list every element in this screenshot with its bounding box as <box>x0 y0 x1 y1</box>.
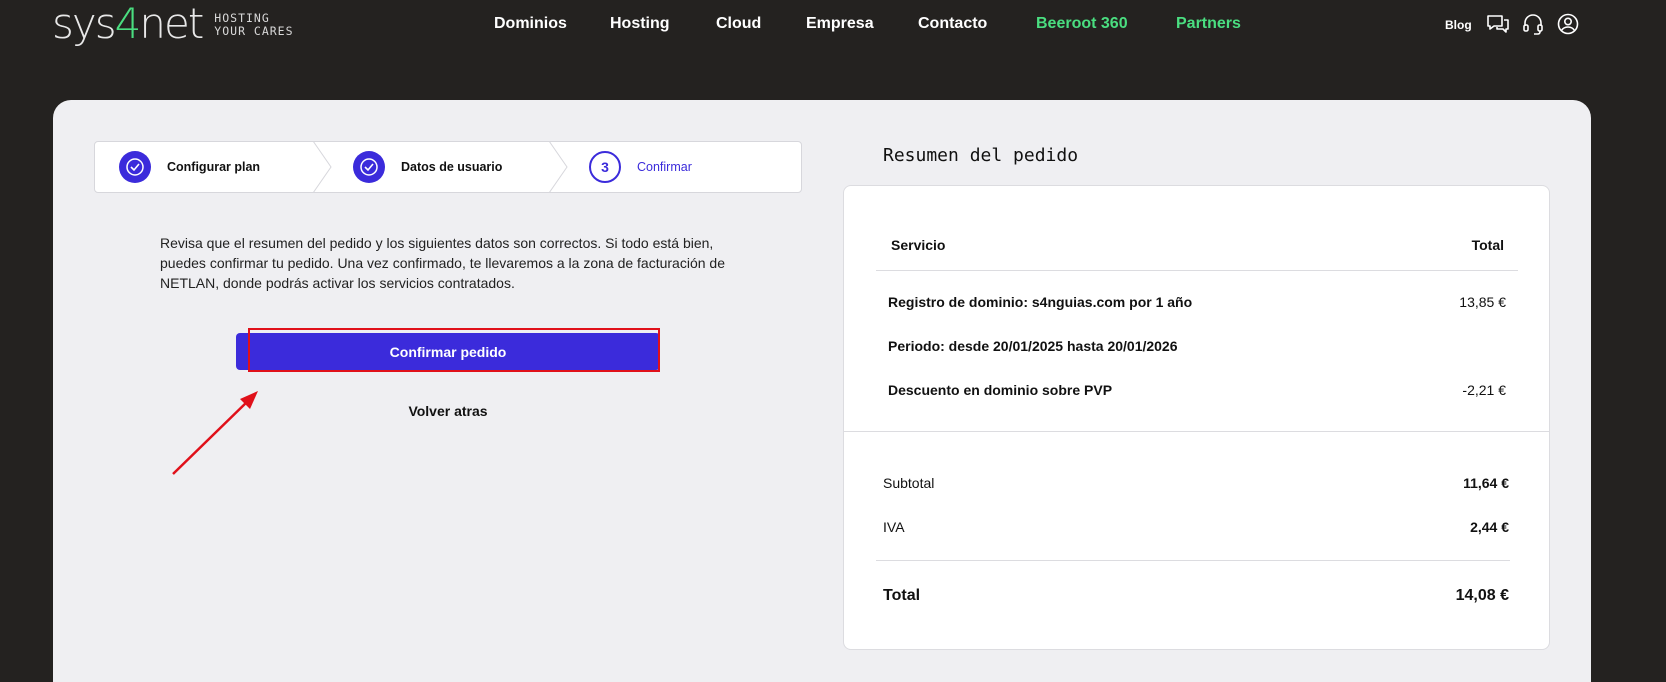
logo-wordmark: sys4net <box>52 0 204 48</box>
user-icon[interactable] <box>1556 13 1580 35</box>
item-amount: 13,85 € <box>1459 294 1506 310</box>
step-label: Confirmar <box>637 160 692 174</box>
logo-tagline: HOSTING YOUR CARES <box>214 11 294 38</box>
check-icon <box>119 151 151 183</box>
order-summary: Servicio Total Registro de dominio: s4ng… <box>843 185 1550 650</box>
divider <box>844 431 1549 432</box>
nav-dominios[interactable]: Dominios <box>494 15 567 33</box>
divider <box>876 270 1518 271</box>
subtotal-value: 11,64 € <box>1463 475 1509 491</box>
step-datos-de-usuario[interactable]: Datos de usuario <box>353 142 502 192</box>
iva-label: IVA <box>883 519 905 535</box>
divider <box>876 560 1510 561</box>
back-link[interactable]: Volver atras <box>236 403 660 419</box>
blog-link[interactable]: Blog <box>1445 18 1472 32</box>
step-divider <box>548 141 568 193</box>
step-number: 3 <box>589 151 621 183</box>
subtotal-label: Subtotal <box>883 475 935 491</box>
step-divider <box>312 141 332 193</box>
summary-title: Resumen del pedido <box>883 145 1079 166</box>
confirm-description: Revisa que el resumen del pedido y los s… <box>160 235 725 291</box>
headset-icon[interactable] <box>1521 13 1545 35</box>
nav-contacto[interactable]: Contacto <box>918 15 987 33</box>
col-header-total: Total <box>1471 237 1504 253</box>
nav-empresa[interactable]: Empresa <box>806 15 874 33</box>
total-value: 14,08 € <box>1455 587 1509 604</box>
site-header: sys4net HOSTING YOUR CARES Dominios Host… <box>0 0 1666 52</box>
confirm-order-button[interactable]: Confirmar pedido <box>236 333 660 370</box>
item-label: Periodo: desde 20/01/2025 hasta 20/01/20… <box>888 338 1178 354</box>
item-label: Descuento en dominio sobre PVP <box>888 382 1113 398</box>
nav-hosting[interactable]: Hosting <box>610 15 670 33</box>
nav-beeroot-360[interactable]: Beeroot 360 <box>1036 15 1128 33</box>
nav-cloud[interactable]: Cloud <box>716 15 761 33</box>
item-amount: -2,21 € <box>1462 382 1506 398</box>
check-icon <box>353 151 385 183</box>
nav-partners[interactable]: Partners <box>1176 15 1241 33</box>
arrow-annotation-icon <box>172 391 258 475</box>
checkout-stepper: Configurar plan Datos de usuario 3 Confi… <box>94 141 802 193</box>
total-label: Total <box>883 587 921 604</box>
chat-icon[interactable] <box>1486 13 1510 35</box>
item-label: Registro de dominio: s4nguias.com por 1 … <box>888 294 1193 310</box>
iva-value: 2,44 € <box>1470 519 1509 535</box>
step-confirmar[interactable]: 3 Confirmar <box>589 142 692 192</box>
step-label: Configurar plan <box>167 160 261 174</box>
col-header-service: Servicio <box>891 237 946 253</box>
step-label: Datos de usuario <box>401 160 503 174</box>
logo[interactable]: sys4net HOSTING YOUR CARES <box>52 2 294 46</box>
step-configurar-plan[interactable]: Configurar plan <box>119 142 260 192</box>
